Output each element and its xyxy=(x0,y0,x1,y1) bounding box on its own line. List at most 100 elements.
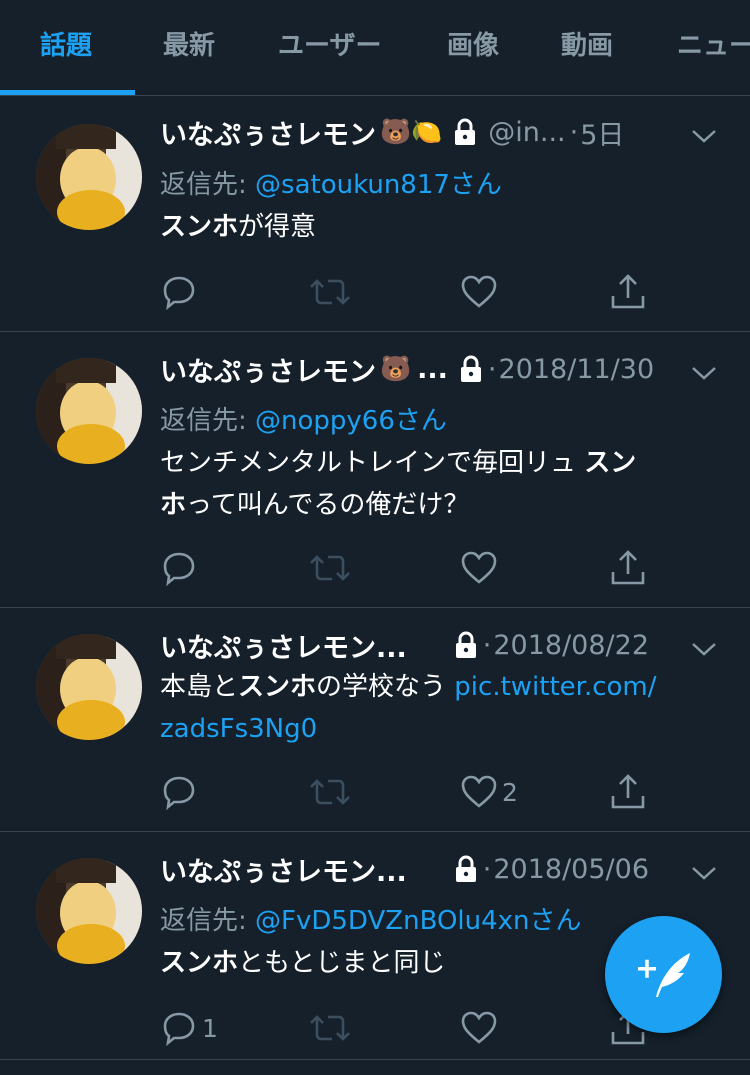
tweet-text-rest: が得意 xyxy=(238,212,317,242)
reply-count: 1 xyxy=(202,1013,218,1043)
share-button[interactable] xyxy=(609,270,647,314)
share-icon xyxy=(611,774,645,809)
reply-mention-link[interactable]: @satoukun817さん xyxy=(255,170,502,200)
tweet-text-pre: センチメンタルトレインで毎回リュ xyxy=(160,448,577,478)
chevron-down-icon[interactable] xyxy=(690,639,718,659)
tab-images[interactable]: 画像 xyxy=(447,26,499,66)
tweet-actions xyxy=(0,270,750,314)
share-button[interactable] xyxy=(609,546,647,590)
display-name[interactable]: いなぷぅさレモン xyxy=(160,350,376,389)
retweet-button xyxy=(308,270,352,314)
username-handle[interactable]: @in... xyxy=(488,117,565,148)
tweet-item[interactable]: いなぷぅさレモン 🐻 ... · 2018/11/30 返信先: @noppy6… xyxy=(0,332,750,608)
tab-videos[interactable]: 動画 xyxy=(561,26,613,66)
avatar[interactable] xyxy=(36,634,142,740)
tweet-text-mid: の学校なう xyxy=(316,672,455,702)
reply-button[interactable]: 1 xyxy=(160,1006,218,1050)
retweet-button xyxy=(308,770,352,814)
like-button[interactable] xyxy=(460,270,502,314)
tweet-timestamp[interactable]: 2018/11/30 xyxy=(499,354,655,385)
compose-tweet-button[interactable] xyxy=(605,916,722,1033)
tweet-text: スンホが得意 xyxy=(160,206,720,248)
name-emojis: 🐻 xyxy=(380,354,412,383)
like-button[interactable]: 2 xyxy=(460,770,518,814)
separator-dot: · xyxy=(482,853,492,885)
name-truncation: ... xyxy=(417,353,448,385)
like-button[interactable] xyxy=(460,1006,502,1050)
reply-to-label: 返信先: xyxy=(160,406,256,436)
retweet-icon xyxy=(310,1015,350,1041)
separator-dot: · xyxy=(569,116,579,148)
tab-latest[interactable]: 最新 xyxy=(163,26,215,66)
reply-to-line: 返信先: @satoukun817さん xyxy=(160,164,502,201)
heart-icon xyxy=(461,1011,497,1044)
tweet-text: 本島とスンホの学校なう pic.twitter.com/zadsFs3Ng0 xyxy=(160,666,720,750)
tweet-header: いなぷぅさレモン... · 2018/08/22 xyxy=(160,626,720,665)
tweet-item[interactable]: いなぷぅさレモン... · 2018/08/22 本島とスンホの学校なう pic… xyxy=(0,608,750,832)
avatar[interactable] xyxy=(36,124,142,230)
chevron-down-icon[interactable] xyxy=(690,126,718,146)
reply-mention-link[interactable]: @noppy66さん xyxy=(255,406,447,436)
share-button[interactable] xyxy=(609,770,647,814)
reply-to-line: 返信先: @FvD5DVZnBOlu4xnさん xyxy=(160,900,582,937)
name-emojis: 🐻🍋 xyxy=(380,117,443,146)
reply-icon xyxy=(163,1012,195,1047)
highlighted-term: スンホ xyxy=(160,212,239,242)
heart-icon xyxy=(461,775,497,808)
reply-button[interactable] xyxy=(160,546,202,590)
separator-dot: · xyxy=(482,629,492,661)
tweet-text: センチメンタルトレインで毎回リュ スンホって叫んでるの俺だけ？ xyxy=(160,442,720,526)
tweet-actions: 2 xyxy=(0,770,750,814)
tweet-actions xyxy=(0,546,750,590)
tweet-text-pre: 本島と xyxy=(160,672,239,702)
compose-tweet-icon xyxy=(637,952,690,997)
heart-icon xyxy=(461,551,497,584)
lock-icon xyxy=(453,630,479,660)
active-tab-indicator xyxy=(0,90,135,95)
retweet-icon xyxy=(310,555,350,581)
chevron-down-icon[interactable] xyxy=(690,363,718,383)
chevron-down-icon[interactable] xyxy=(690,863,718,883)
share-icon xyxy=(611,550,645,585)
tab-users[interactable]: ユーザー xyxy=(278,26,381,66)
share-icon xyxy=(611,274,645,309)
tweet-timestamp[interactable]: 2018/08/22 xyxy=(493,630,649,661)
like-button[interactable] xyxy=(460,546,502,590)
like-count: 2 xyxy=(502,777,518,807)
avatar[interactable] xyxy=(36,358,142,464)
tweet-header: いなぷぅさレモン 🐻🍋 @in... · 5日 xyxy=(160,113,720,152)
tab-news[interactable]: ニュース xyxy=(677,26,750,66)
tweet-header: いなぷぅさレモン 🐻 ... · 2018/11/30 xyxy=(160,350,720,389)
reply-button[interactable] xyxy=(160,770,202,814)
display-name[interactable]: いなぷぅさレモン... xyxy=(160,626,407,665)
reply-to-label: 返信先: xyxy=(160,906,256,936)
tweet-header: いなぷぅさレモン... · 2018/05/06 xyxy=(160,850,720,889)
reply-icon xyxy=(163,276,195,311)
reply-mention-link[interactable]: @FvD5DVZnBOlu4xnさん xyxy=(255,906,582,936)
heart-icon xyxy=(461,275,497,308)
highlighted-term-cont: ホ xyxy=(160,490,187,520)
lock-icon xyxy=(453,854,479,884)
reply-to-line: 返信先: @noppy66さん xyxy=(160,400,447,437)
tweet-timestamp[interactable]: 5日 xyxy=(580,113,624,152)
media-link-cont[interactable]: zadsFs3Ng0 xyxy=(160,714,317,744)
retweet-button xyxy=(308,1006,352,1050)
avatar[interactable] xyxy=(36,858,142,964)
display-name[interactable]: いなぷぅさレモン xyxy=(160,113,376,152)
tweet-text-post: って叫んでるの俺だけ？ xyxy=(186,490,470,520)
reply-to-label: 返信先: xyxy=(160,170,256,200)
search-tabs-bar: 話題 最新 ユーザー 画像 動画 ニュース xyxy=(0,0,750,96)
highlighted-term: スンホ xyxy=(160,948,239,978)
retweet-icon xyxy=(310,279,350,305)
lock-icon xyxy=(452,117,478,147)
display-name[interactable]: いなぷぅさレモン... xyxy=(160,850,407,889)
tweet-timestamp[interactable]: 2018/05/06 xyxy=(493,854,649,885)
tweet-item[interactable]: いなぷぅさレモン 🐻🍋 @in... · 5日 返信先: @satoukun81… xyxy=(0,96,750,332)
retweet-button xyxy=(308,546,352,590)
separator-dot: · xyxy=(487,353,497,385)
reply-button[interactable] xyxy=(160,270,202,314)
tweet-text-rest: ともとじまと同じ xyxy=(238,948,446,978)
tab-topics[interactable]: 話題 xyxy=(40,26,92,66)
media-link[interactable]: pic.twitter.com/ xyxy=(454,672,656,702)
highlighted-term: スン xyxy=(584,448,637,478)
